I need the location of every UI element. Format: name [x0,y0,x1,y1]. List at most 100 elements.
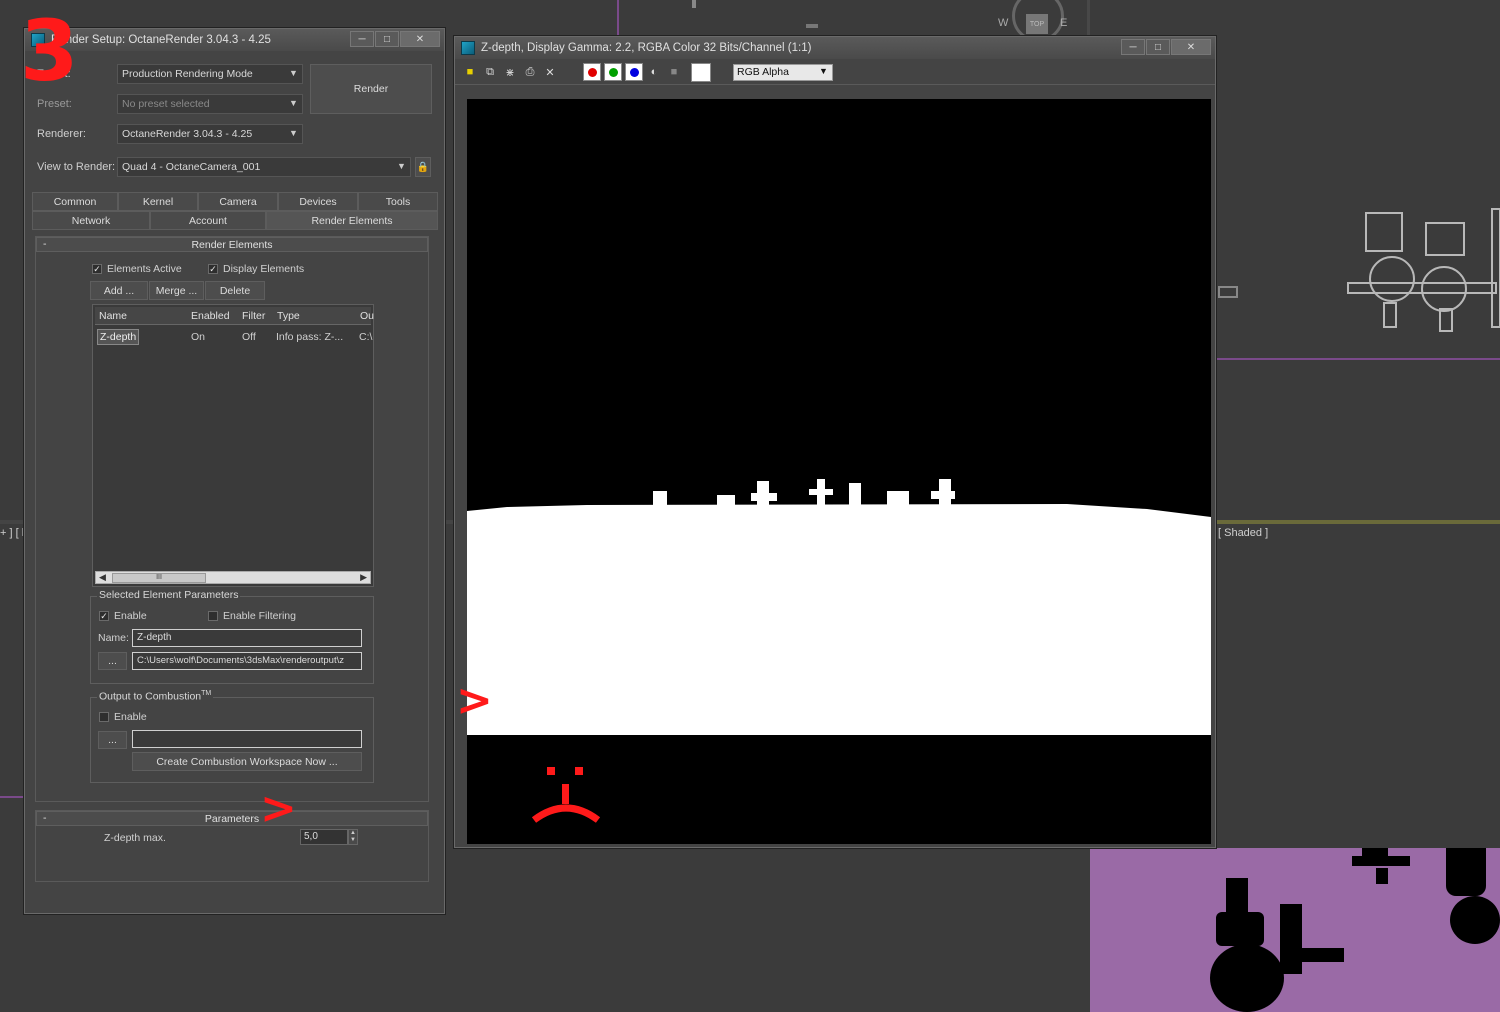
scroll-thumb[interactable]: III [112,573,206,583]
tab-tools[interactable]: Tools [358,192,438,211]
silhouette [1446,848,1486,896]
render-button[interactable]: Render [310,64,432,114]
blue-channel-toggle[interactable] [625,63,643,81]
zdepth-object [717,495,735,507]
frame-buffer-titlebar[interactable]: Z-depth, Display Gamma: 2.2, RGBA Color … [455,37,1215,59]
maximize-button[interactable]: □ [375,31,399,47]
viewport-label-left[interactable]: + ] [ l [0,527,24,539]
spinner-arrows-icon[interactable]: ▲ ▼ [348,829,358,845]
tab-account[interactable]: Account [150,211,266,230]
enable-filtering-label: Enable Filtering [223,610,296,622]
zdepth-object [751,493,777,501]
wireframe-part [1383,302,1397,328]
lock-icon[interactable]: 🔒 [415,157,431,177]
green-channel-toggle[interactable] [604,63,622,81]
zdepth-max-label: Z-depth max. [104,832,166,844]
tab-common[interactable]: Common [32,192,118,211]
create-combustion-workspace-button[interactable]: Create Combustion Workspace Now ... [132,752,362,771]
viewport-shaded-purple[interactable] [1090,848,1500,1012]
enable-checkbox[interactable]: ✓ [99,611,109,621]
combustion-enable-checkbox[interactable] [99,712,109,722]
channel-display-dropdown[interactable]: RGB Alpha ▼ [733,64,833,81]
arrow-annotation-zdepth: > [260,783,297,834]
swatch-color[interactable] [691,63,711,82]
viewport-shaded-label[interactable]: [ Shaded ] [1218,527,1268,539]
parameters-rollout: - Parameters Z-depth max. 5,0 ▲ ▼ [35,810,429,882]
tab-camera[interactable]: Camera [198,192,278,211]
target-dropdown[interactable]: Production Rendering Mode ▼ [117,64,303,84]
viewcube-top-face[interactable]: TOP [1026,14,1048,34]
column-output[interactable]: Ou [360,310,374,322]
combustion-enable-label: Enable [114,711,147,723]
scroll-left-icon[interactable]: ◀ [99,572,106,583]
browse-path-button[interactable]: ... [98,652,127,670]
frame-buffer-toolbar: ■ ⧉ ⋇ ⎙ ✕ ◐ ■ RGB Alpha ▼ [455,59,1215,85]
compass-w: W [998,17,1009,29]
row-type-cell: Info pass: Z-... [276,331,344,343]
zdepth-object [809,489,833,495]
silhouette [1280,904,1302,974]
silhouette [1352,856,1410,866]
add-element-button[interactable]: Add ... [90,281,148,300]
close-button[interactable]: ✕ [400,31,440,47]
column-filter[interactable]: Filter [242,310,265,322]
arrow-annotation-render: > [456,675,493,726]
zdepth-max-spinner[interactable]: 5,0 [300,829,348,845]
element-name-field[interactable]: Z-depth [132,629,362,647]
column-name[interactable]: Name [99,310,127,322]
view-to-render-dropdown[interactable]: Quad 4 - OctaneCamera_001 ▼ [117,157,411,177]
render-setup-window: Render Setup: OctaneRender 3.04.3 - 4.25… [24,28,445,914]
tab-devices[interactable]: Devices [278,192,358,211]
renderer-dropdown[interactable]: OctaneRender 3.04.3 - 4.25 ▼ [117,124,303,144]
combustion-title-text: Output to Combustion [99,690,202,703]
close-button[interactable]: ✕ [1171,39,1211,55]
tab-render-elements[interactable]: Render Elements [266,211,438,230]
clone-window-icon[interactable]: ⋇ [503,65,517,79]
scroll-right-icon[interactable]: ▶ [360,572,367,583]
render-elements-rollout-header[interactable]: - Render Elements [36,237,428,252]
wireframe-part [1425,222,1465,256]
display-elements-checkbox[interactable]: ✓ [208,264,218,274]
alpha-channel-icon[interactable]: ◐ [647,65,661,79]
enable-filtering-checkbox[interactable] [208,611,218,621]
preset-dropdown[interactable]: No preset selected ▼ [117,94,303,114]
selected-element-parameters-group: Selected Element Parameters ✓ Enable Ena… [90,589,374,684]
row-name-cell[interactable]: Z-depth [97,329,140,345]
wireframe-part [1347,282,1497,294]
elements-active-checkbox[interactable]: ✓ [92,264,102,274]
combustion-browse-button[interactable]: ... [98,731,127,749]
merge-button[interactable]: Merge ... [149,281,204,300]
viewport-grid-line-purple-left [0,796,24,798]
minimize-button[interactable]: ─ [1121,39,1145,55]
sad-face-eye [547,767,555,775]
clear-icon[interactable]: ✕ [543,65,557,79]
tab-kernel[interactable]: Kernel [118,192,198,211]
render-setup-titlebar[interactable]: Render Setup: OctaneRender 3.04.3 - 4.25… [25,29,444,51]
save-image-icon[interactable]: ■ [463,65,477,79]
maximize-button[interactable]: □ [1146,39,1170,55]
copy-image-icon[interactable]: ⧉ [483,65,497,79]
frame-buffer-window: Z-depth, Display Gamma: 2.2, RGBA Color … [454,36,1216,848]
chevron-down-icon: ▼ [819,66,828,76]
wireframe-part [1365,212,1403,252]
monochrome-icon[interactable]: ■ [667,65,681,79]
render-image[interactable] [467,99,1211,844]
render-elements-heading: Render Elements [191,238,273,251]
red-channel-toggle[interactable] [583,63,601,81]
collapse-icon: - [43,812,47,824]
combustion-path-field[interactable] [132,730,362,748]
render-elements-list[interactable]: Name Enabled Filter Type Ou Z-depth On O… [92,304,374,587]
column-enabled[interactable]: Enabled [191,310,230,322]
list-header: Name Enabled Filter Type Ou [95,307,374,325]
column-type[interactable]: Type [277,310,300,322]
tab-network[interactable]: Network [32,211,150,230]
wireframe-part [692,0,696,8]
parameters-rollout-header[interactable]: - Parameters [36,811,428,826]
horizontal-scrollbar[interactable]: ◀ III ▶ [95,571,371,584]
zdepth-object [653,491,667,507]
element-path-field[interactable]: C:\Users\wolf\Documents\3dsMax\renderout… [132,652,362,670]
print-icon[interactable]: ⎙ [523,65,537,79]
delete-button[interactable]: Delete [205,281,265,300]
minimize-button[interactable]: ─ [350,31,374,47]
preset-value: No preset selected [122,98,210,110]
